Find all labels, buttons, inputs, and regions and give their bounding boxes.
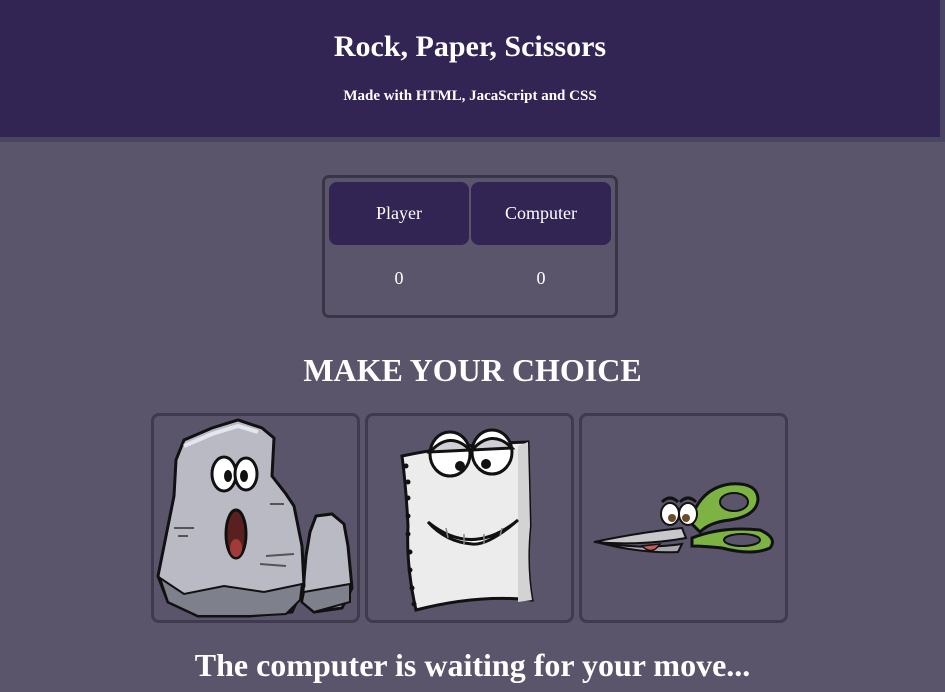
player-score: 0 xyxy=(394,268,404,288)
scissors-icon xyxy=(593,482,774,554)
computer-label: Computer xyxy=(471,182,611,245)
computer-score: 0 xyxy=(536,268,546,288)
header-edge xyxy=(940,0,945,137)
scoreboard: Player Computer 0 0 xyxy=(322,175,618,318)
choice-heading: MAKE YOUR CHOICE xyxy=(303,352,642,388)
rock-choice-button[interactable] xyxy=(151,413,360,623)
page-title: Rock, Paper, Scissors xyxy=(333,30,607,63)
player-label: Player xyxy=(329,182,469,245)
paper-icon xyxy=(400,428,534,612)
page-subtitle: Made with HTML, JacaScript and CSS xyxy=(343,88,597,104)
scissors-choice-button[interactable] xyxy=(579,413,788,623)
header-divider xyxy=(0,137,945,142)
status-message: The computer is waiting for your move... xyxy=(194,647,751,683)
paper-choice-button[interactable] xyxy=(365,413,574,623)
rock-icon xyxy=(156,418,354,618)
page-header: Rock, Paper, Scissors Made with HTML, Ja… xyxy=(0,0,940,137)
